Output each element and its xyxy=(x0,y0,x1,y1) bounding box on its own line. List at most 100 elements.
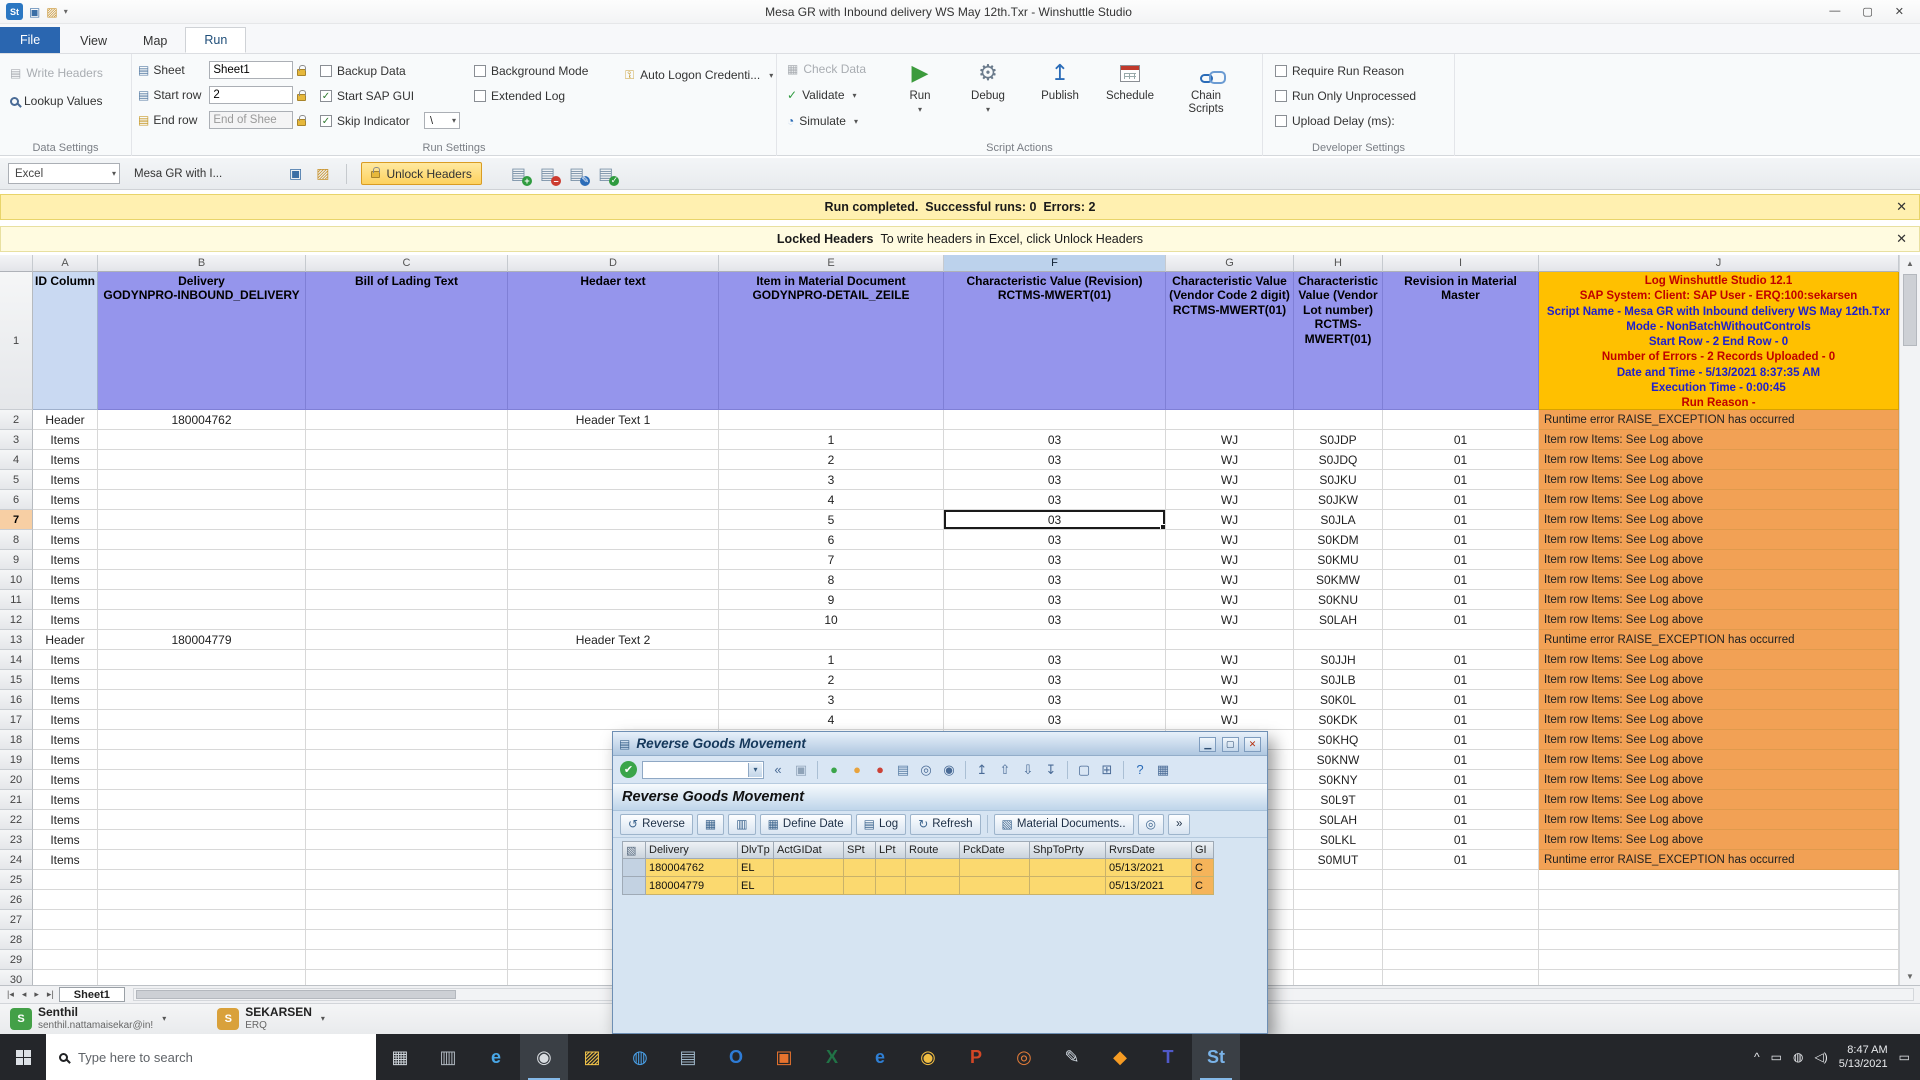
cell-d17[interactable] xyxy=(508,710,719,730)
cell-h22[interactable]: S0LAH xyxy=(1294,810,1383,830)
column-header-b[interactable]: B xyxy=(98,255,306,272)
cell-j15[interactable]: Item row Items: See Log above xyxy=(1539,670,1899,690)
chrome-icon[interactable]: ◉ xyxy=(904,1034,952,1080)
cell-f4[interactable]: 03 xyxy=(944,450,1166,470)
cell-b30[interactable] xyxy=(98,970,306,985)
cell-a27[interactable] xyxy=(33,910,98,930)
column-header-i[interactable]: I xyxy=(1383,255,1539,272)
chevron-down-icon[interactable]: ▾ xyxy=(983,105,993,114)
open-file-icon[interactable]: ▨ xyxy=(313,165,332,182)
office-icon[interactable]: ▣ xyxy=(760,1034,808,1080)
row-header-12[interactable]: 12 xyxy=(0,610,33,630)
save-icon[interactable]: ▣ xyxy=(29,5,40,19)
browser-icon[interactable]: ◎ xyxy=(1000,1034,1048,1080)
cell-c22[interactable] xyxy=(306,810,508,830)
column-header-f[interactable]: F xyxy=(944,255,1166,272)
row-header-23[interactable]: 23 xyxy=(0,830,33,850)
cell-j11[interactable]: Item row Items: See Log above xyxy=(1539,590,1899,610)
cell-a10[interactable]: Items xyxy=(33,570,98,590)
grid-cell-actgidat[interactable] xyxy=(774,859,844,877)
start-sap-gui-checkbox[interactable]: Start SAP GUI xyxy=(320,89,414,103)
grid-cell-shptoprty[interactable] xyxy=(1030,877,1106,895)
column-header-c[interactable]: C xyxy=(306,255,508,272)
verify-sheet-icon[interactable]: ▤✓ xyxy=(595,164,616,184)
extended-log-checkbox[interactable]: Extended Log xyxy=(474,89,565,103)
cell-b18[interactable] xyxy=(98,730,306,750)
column-header-a[interactable]: A xyxy=(33,255,98,272)
cell-i6[interactable]: 01 xyxy=(1383,490,1539,510)
account-winshuttle[interactable]: S Senthil senthil.nattamaisekar@in! ▾ xyxy=(10,1006,169,1031)
cell-j8[interactable]: Item row Items: See Log above xyxy=(1539,530,1899,550)
cell-h9[interactable]: S0KMU xyxy=(1294,550,1383,570)
cell-c29[interactable] xyxy=(306,950,508,970)
grid-column-lpt[interactable]: LPt xyxy=(876,841,906,859)
grid-cell-shptoprty[interactable] xyxy=(1030,859,1106,877)
grid-cell-actgidat[interactable] xyxy=(774,877,844,895)
file-explorer-icon[interactable]: ▨ xyxy=(568,1034,616,1080)
cell-h10[interactable]: S0KMW xyxy=(1294,570,1383,590)
row-header-9[interactable]: 9 xyxy=(0,550,33,570)
cell-d2[interactable]: Header Text 1 xyxy=(508,410,719,430)
cell-b25[interactable] xyxy=(98,870,306,890)
cell-e15[interactable]: 2 xyxy=(719,670,944,690)
cell-g4[interactable]: WJ xyxy=(1166,450,1294,470)
start-row-input[interactable] xyxy=(209,86,293,104)
cell-i21[interactable]: 01 xyxy=(1383,790,1539,810)
cell-c28[interactable] xyxy=(306,930,508,950)
cell-a19[interactable]: Items xyxy=(33,750,98,770)
cell-j12[interactable]: Item row Items: See Log above xyxy=(1539,610,1899,630)
cell-b11[interactable] xyxy=(98,590,306,610)
dialog-minimize-button[interactable]: ▁ xyxy=(1199,737,1216,752)
cell-i2[interactable] xyxy=(1383,410,1539,430)
tab-map[interactable]: Map xyxy=(125,29,185,53)
chevron-down-icon[interactable]: ▾ xyxy=(748,763,762,777)
cell-f5[interactable]: 03 xyxy=(944,470,1166,490)
lock-icon[interactable] xyxy=(297,94,306,101)
cell-h25[interactable] xyxy=(1294,870,1383,890)
start-button[interactable] xyxy=(0,1034,46,1080)
column-header-e[interactable]: E xyxy=(719,255,944,272)
grid-cell-pckdate[interactable] xyxy=(960,859,1030,877)
cell-b23[interactable] xyxy=(98,830,306,850)
cell-a2[interactable]: Header xyxy=(33,410,98,430)
row-header-25[interactable]: 25 xyxy=(0,870,33,890)
cell-c12[interactable] xyxy=(306,610,508,630)
cell-b4[interactable] xyxy=(98,450,306,470)
material-documents-button[interactable]: ▧Material Documents.. xyxy=(994,814,1134,835)
cell-a5[interactable]: Items xyxy=(33,470,98,490)
cell-h23[interactable]: S0LKL xyxy=(1294,830,1383,850)
cell-j16[interactable]: Item row Items: See Log above xyxy=(1539,690,1899,710)
snipping-tool-icon[interactable]: ◉ xyxy=(520,1034,568,1080)
grid-cell-route[interactable] xyxy=(906,859,960,877)
cell-e7[interactable]: 5 xyxy=(719,510,944,530)
simulate-button[interactable]: ◔ Simulate ▾ xyxy=(787,114,861,128)
cell-h16[interactable]: S0K0L xyxy=(1294,690,1383,710)
row-header-5[interactable]: 5 xyxy=(0,470,33,490)
cell-j27[interactable] xyxy=(1539,910,1899,930)
cell-c15[interactable] xyxy=(306,670,508,690)
row-selector[interactable] xyxy=(622,877,646,895)
grid-cell-delivery[interactable]: 180004762 xyxy=(646,859,738,877)
remove-rows-icon[interactable]: ▤– xyxy=(537,164,558,184)
cell-i27[interactable] xyxy=(1383,910,1539,930)
cell-i20[interactable]: 01 xyxy=(1383,770,1539,790)
row-header-20[interactable]: 20 xyxy=(0,770,33,790)
cell-f3[interactable]: 03 xyxy=(944,430,1166,450)
cell-f9[interactable]: 03 xyxy=(944,550,1166,570)
save-file-icon[interactable]: ▣ xyxy=(286,165,305,182)
cell-g2[interactable] xyxy=(1166,410,1294,430)
cell-c18[interactable] xyxy=(306,730,508,750)
cell-i18[interactable]: 01 xyxy=(1383,730,1539,750)
cell-g3[interactable]: WJ xyxy=(1166,430,1294,450)
cell-e11[interactable]: 9 xyxy=(719,590,944,610)
background-mode-checkbox[interactable]: Background Mode xyxy=(474,64,588,78)
row-header-4[interactable]: 4 xyxy=(0,450,33,470)
calculator-icon[interactable]: ▥ xyxy=(424,1034,472,1080)
auto-logon-button[interactable]: ⚿ Auto Logon Credenti... ▾ xyxy=(618,64,783,86)
cell-a4[interactable]: Items xyxy=(33,450,98,470)
grid-cell-pckdate[interactable] xyxy=(960,877,1030,895)
dialog-close-button[interactable]: ✕ xyxy=(1244,737,1261,752)
cell-d4[interactable] xyxy=(508,450,719,470)
cell-b21[interactable] xyxy=(98,790,306,810)
cell-i10[interactable]: 01 xyxy=(1383,570,1539,590)
